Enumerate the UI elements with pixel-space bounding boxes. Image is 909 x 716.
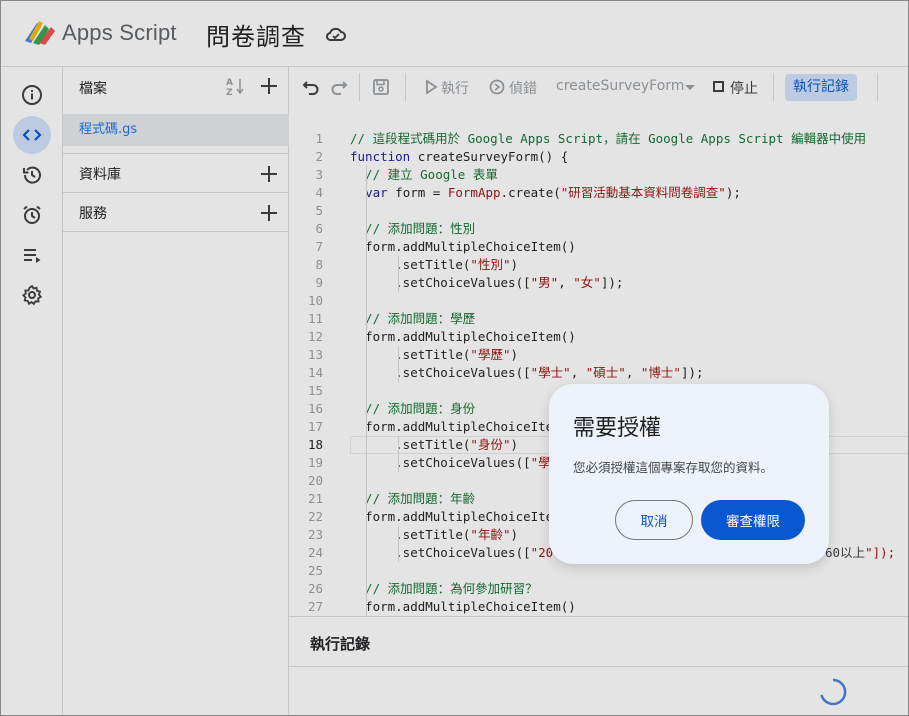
app-window: Apps Script 問卷調查 檔案 AZ 程式碼.gs 資料庫 服務 執行 … bbox=[0, 0, 909, 716]
authorization-dialog: 需要授權 您必須授權這個專案存取您的資料。 取消 審查權限 bbox=[549, 384, 829, 564]
dialog-title: 需要授權 bbox=[573, 416, 662, 441]
cancel-button[interactable]: 取消 bbox=[615, 500, 693, 540]
review-permissions-button[interactable]: 審查權限 bbox=[701, 500, 805, 540]
modal-scrim bbox=[1, 1, 908, 715]
dialog-message: 您必須授權這個專案存取您的資料。 bbox=[573, 460, 774, 475]
